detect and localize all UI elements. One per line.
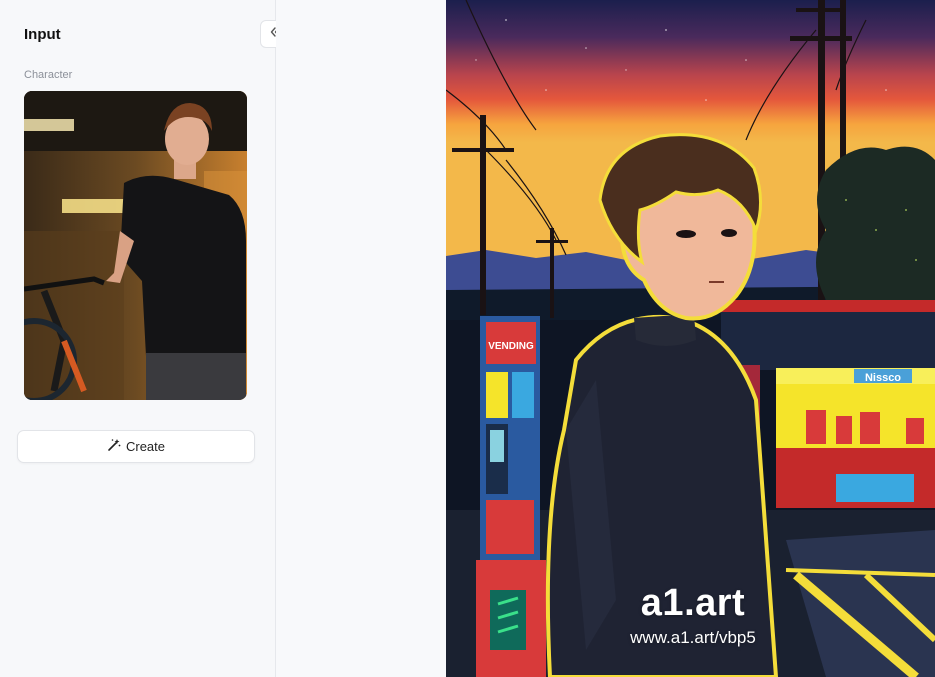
- character-photo[interactable]: [24, 91, 247, 400]
- watermark-url: www.a1.art/vbp5: [630, 628, 756, 647]
- create-button[interactable]: Create: [17, 430, 255, 463]
- magic-wand-icon: [107, 438, 121, 455]
- character-photo-image: [24, 91, 247, 400]
- generated-image[interactable]: Nissco VENDING: [446, 0, 935, 677]
- generated-artwork: Nissco VENDING: [446, 0, 935, 677]
- create-button-label: Create: [125, 439, 166, 454]
- input-panel: Input Character Create: [0, 0, 276, 677]
- storefront-sign: Nissco: [865, 372, 901, 384]
- vending-sign: VENDING: [488, 341, 534, 352]
- workspace-gap: [276, 0, 446, 677]
- panel-title: Input: [24, 26, 61, 43]
- character-section-label: Character: [24, 69, 73, 81]
- watermark-brand: a1.art: [640, 582, 746, 624]
